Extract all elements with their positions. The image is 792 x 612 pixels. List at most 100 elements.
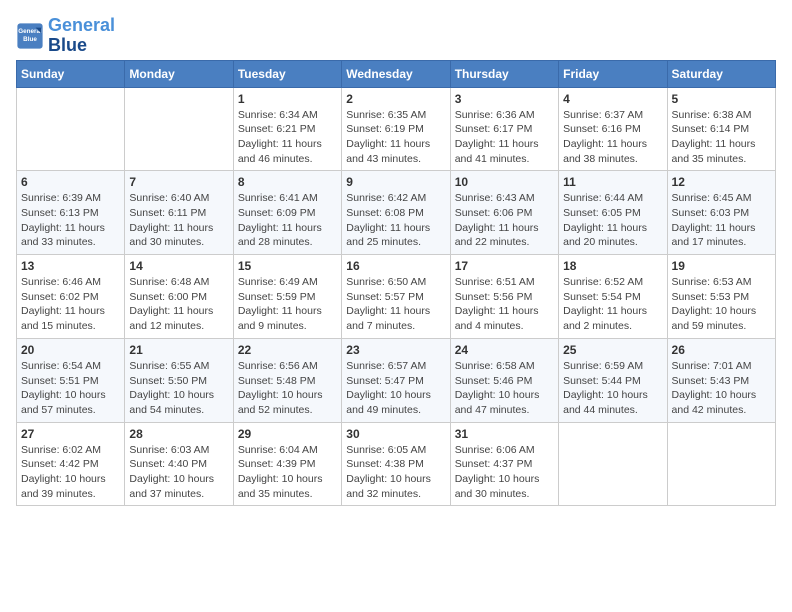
day-detail: Sunrise: 6:58 AM Sunset: 5:46 PM Dayligh…: [455, 359, 554, 418]
logo-text: GeneralBlue: [48, 16, 115, 56]
day-number: 1: [238, 92, 337, 106]
calendar-cell: 2 Sunrise: 6:35 AM Sunset: 6:19 PM Daylig…: [342, 87, 450, 171]
calendar-cell: [667, 422, 775, 506]
calendar-cell: 12 Sunrise: 6:45 AM Sunset: 6:03 PM Dayli…: [667, 171, 775, 255]
day-detail: Sunrise: 6:51 AM Sunset: 5:56 PM Dayligh…: [455, 275, 554, 334]
day-number: 22: [238, 343, 337, 357]
day-number: 28: [129, 427, 228, 441]
calendar-cell: 3 Sunrise: 6:36 AM Sunset: 6:17 PM Daylig…: [450, 87, 558, 171]
calendar-cell: [17, 87, 125, 171]
calendar-cell: 1 Sunrise: 6:34 AM Sunset: 6:21 PM Daylig…: [233, 87, 341, 171]
day-number: 8: [238, 175, 337, 189]
calendar-cell: 15 Sunrise: 6:49 AM Sunset: 5:59 PM Dayli…: [233, 255, 341, 339]
day-detail: Sunrise: 6:04 AM Sunset: 4:39 PM Dayligh…: [238, 443, 337, 502]
day-detail: Sunrise: 6:57 AM Sunset: 5:47 PM Dayligh…: [346, 359, 445, 418]
calendar-cell: 16 Sunrise: 6:50 AM Sunset: 5:57 PM Dayli…: [342, 255, 450, 339]
svg-text:Blue: Blue: [23, 36, 37, 43]
day-detail: Sunrise: 6:55 AM Sunset: 5:50 PM Dayligh…: [129, 359, 228, 418]
day-detail: Sunrise: 6:49 AM Sunset: 5:59 PM Dayligh…: [238, 275, 337, 334]
weekday-header: Tuesday: [233, 60, 341, 87]
day-detail: Sunrise: 6:06 AM Sunset: 4:37 PM Dayligh…: [455, 443, 554, 502]
calendar-cell: 31 Sunrise: 6:06 AM Sunset: 4:37 PM Dayli…: [450, 422, 558, 506]
calendar-week-row: 20Sunrise: 6:54 AM Sunset: 5:51 PM Dayli…: [17, 338, 776, 422]
day-number: 29: [238, 427, 337, 441]
logo-icon: General Blue: [16, 22, 44, 50]
weekday-header: Wednesday: [342, 60, 450, 87]
day-number: 13: [21, 259, 120, 273]
day-detail: Sunrise: 6:05 AM Sunset: 4:38 PM Dayligh…: [346, 443, 445, 502]
calendar-cell: 22 Sunrise: 6:56 AM Sunset: 5:48 PM Dayli…: [233, 338, 341, 422]
calendar-cell: 7Sunrise: 6:40 AM Sunset: 6:11 PM Daylig…: [125, 171, 233, 255]
day-detail: Sunrise: 6:36 AM Sunset: 6:17 PM Dayligh…: [455, 108, 554, 167]
day-number: 3: [455, 92, 554, 106]
day-detail: Sunrise: 6:03 AM Sunset: 4:40 PM Dayligh…: [129, 443, 228, 502]
calendar-cell: 20Sunrise: 6:54 AM Sunset: 5:51 PM Dayli…: [17, 338, 125, 422]
day-number: 9: [346, 175, 445, 189]
day-number: 5: [672, 92, 771, 106]
day-detail: Sunrise: 6:35 AM Sunset: 6:19 PM Dayligh…: [346, 108, 445, 167]
day-number: 11: [563, 175, 662, 189]
logo: General Blue GeneralBlue: [16, 16, 115, 56]
day-number: 24: [455, 343, 554, 357]
calendar-cell: 23 Sunrise: 6:57 AM Sunset: 5:47 PM Dayli…: [342, 338, 450, 422]
day-number: 2: [346, 92, 445, 106]
calendar-cell: 29 Sunrise: 6:04 AM Sunset: 4:39 PM Dayli…: [233, 422, 341, 506]
day-detail: Sunrise: 6:59 AM Sunset: 5:44 PM Dayligh…: [563, 359, 662, 418]
calendar-table: SundayMondayTuesdayWednesdayThursdayFrid…: [16, 60, 776, 507]
weekday-header: Monday: [125, 60, 233, 87]
day-detail: Sunrise: 6:48 AM Sunset: 6:00 PM Dayligh…: [129, 275, 228, 334]
calendar-cell: 10Sunrise: 6:43 AM Sunset: 6:06 PM Dayli…: [450, 171, 558, 255]
calendar-cell: 8Sunrise: 6:41 AM Sunset: 6:09 PM Daylig…: [233, 171, 341, 255]
calendar-cell: 11 Sunrise: 6:44 AM Sunset: 6:05 PM Dayli…: [559, 171, 667, 255]
day-detail: Sunrise: 6:50 AM Sunset: 5:57 PM Dayligh…: [346, 275, 445, 334]
day-number: 21: [129, 343, 228, 357]
day-detail: Sunrise: 6:52 AM Sunset: 5:54 PM Dayligh…: [563, 275, 662, 334]
day-detail: Sunrise: 6:02 AM Sunset: 4:42 PM Dayligh…: [21, 443, 120, 502]
calendar-header-row: SundayMondayTuesdayWednesdayThursdayFrid…: [17, 60, 776, 87]
calendar-cell: 27 Sunrise: 6:02 AM Sunset: 4:42 PM Dayli…: [17, 422, 125, 506]
day-detail: Sunrise: 6:34 AM Sunset: 6:21 PM Dayligh…: [238, 108, 337, 167]
day-number: 31: [455, 427, 554, 441]
day-detail: Sunrise: 6:37 AM Sunset: 6:16 PM Dayligh…: [563, 108, 662, 167]
calendar-cell: 26 Sunrise: 7:01 AM Sunset: 5:43 PM Dayli…: [667, 338, 775, 422]
calendar-body: 1 Sunrise: 6:34 AM Sunset: 6:21 PM Daylig…: [17, 87, 776, 506]
day-number: 15: [238, 259, 337, 273]
day-detail: Sunrise: 6:45 AM Sunset: 6:03 PM Dayligh…: [672, 191, 771, 250]
day-number: 27: [21, 427, 120, 441]
weekday-header: Thursday: [450, 60, 558, 87]
calendar-cell: 18Sunrise: 6:52 AM Sunset: 5:54 PM Dayli…: [559, 255, 667, 339]
day-detail: Sunrise: 6:56 AM Sunset: 5:48 PM Dayligh…: [238, 359, 337, 418]
day-number: 12: [672, 175, 771, 189]
calendar-week-row: 27 Sunrise: 6:02 AM Sunset: 4:42 PM Dayli…: [17, 422, 776, 506]
day-number: 16: [346, 259, 445, 273]
day-detail: Sunrise: 6:53 AM Sunset: 5:53 PM Dayligh…: [672, 275, 771, 334]
calendar-week-row: 1 Sunrise: 6:34 AM Sunset: 6:21 PM Daylig…: [17, 87, 776, 171]
day-detail: Sunrise: 6:39 AM Sunset: 6:13 PM Dayligh…: [21, 191, 120, 250]
calendar-cell: 4Sunrise: 6:37 AM Sunset: 6:16 PM Daylig…: [559, 87, 667, 171]
day-number: 7: [129, 175, 228, 189]
day-number: 23: [346, 343, 445, 357]
calendar-cell: [125, 87, 233, 171]
calendar-cell: 17Sunrise: 6:51 AM Sunset: 5:56 PM Dayli…: [450, 255, 558, 339]
day-number: 25: [563, 343, 662, 357]
weekday-header: Saturday: [667, 60, 775, 87]
day-detail: Sunrise: 7:01 AM Sunset: 5:43 PM Dayligh…: [672, 359, 771, 418]
page-header: General Blue GeneralBlue: [16, 16, 776, 56]
day-detail: Sunrise: 6:43 AM Sunset: 6:06 PM Dayligh…: [455, 191, 554, 250]
calendar-cell: [559, 422, 667, 506]
day-number: 14: [129, 259, 228, 273]
calendar-cell: 21 Sunrise: 6:55 AM Sunset: 5:50 PM Dayli…: [125, 338, 233, 422]
calendar-week-row: 13Sunrise: 6:46 AM Sunset: 6:02 PM Dayli…: [17, 255, 776, 339]
day-number: 30: [346, 427, 445, 441]
calendar-cell: 5Sunrise: 6:38 AM Sunset: 6:14 PM Daylig…: [667, 87, 775, 171]
weekday-header: Friday: [559, 60, 667, 87]
day-number: 6: [21, 175, 120, 189]
day-detail: Sunrise: 6:44 AM Sunset: 6:05 PM Dayligh…: [563, 191, 662, 250]
calendar-cell: 24 Sunrise: 6:58 AM Sunset: 5:46 PM Dayli…: [450, 338, 558, 422]
day-number: 26: [672, 343, 771, 357]
calendar-cell: 13Sunrise: 6:46 AM Sunset: 6:02 PM Dayli…: [17, 255, 125, 339]
calendar-week-row: 6 Sunrise: 6:39 AM Sunset: 6:13 PM Daylig…: [17, 171, 776, 255]
day-detail: Sunrise: 6:42 AM Sunset: 6:08 PM Dayligh…: [346, 191, 445, 250]
day-number: 20: [21, 343, 120, 357]
calendar-cell: 30 Sunrise: 6:05 AM Sunset: 4:38 PM Dayli…: [342, 422, 450, 506]
